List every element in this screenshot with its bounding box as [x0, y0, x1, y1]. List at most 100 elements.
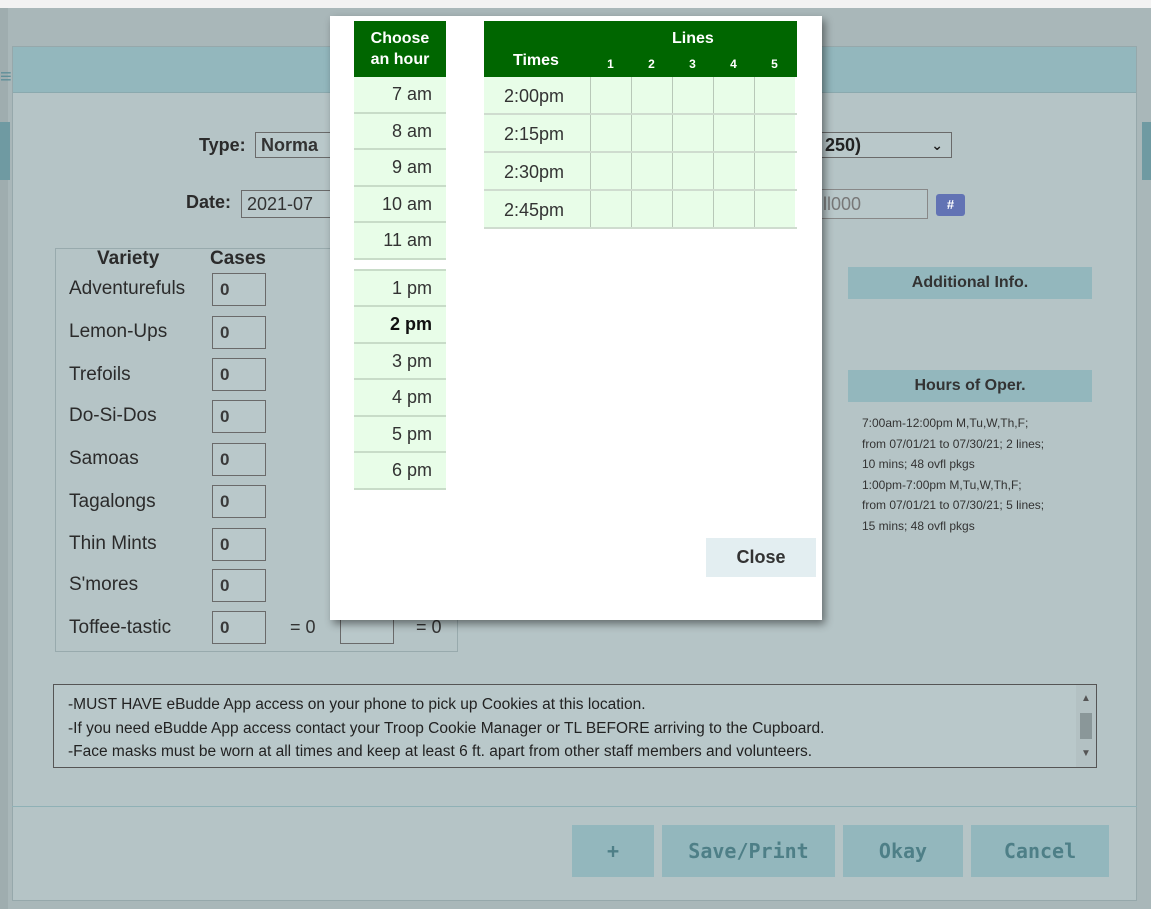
slot-cell[interactable] — [713, 77, 754, 113]
slot-cell[interactable] — [672, 115, 713, 151]
hour-option[interactable]: 10 am — [354, 186, 446, 223]
line-number: 5 — [771, 57, 778, 71]
table-row: 2:45pm — [484, 191, 797, 229]
slot-cell[interactable] — [713, 153, 754, 189]
cases-input[interactable]: 0 — [212, 611, 266, 644]
slot-cell[interactable] — [590, 191, 631, 227]
right-side-tab[interactable] — [1142, 122, 1151, 180]
date-label: Date: — [186, 192, 232, 212]
cases-input[interactable]: 0 — [212, 358, 266, 391]
hours-line: 7:00am-12:00pm M,Tu,W,Th,F; — [862, 416, 1029, 430]
add-button[interactable]: + — [572, 825, 654, 877]
close-button[interactable]: Close — [706, 538, 816, 577]
variety-name: S'mores — [69, 574, 139, 595]
variety-name: Adventurefuls — [69, 278, 186, 299]
lines-header: Lines — [672, 30, 714, 47]
hours-line: 1:00pm-7:00pm M,Tu,W,Th,F; — [862, 477, 1022, 492]
variety-name: Samoas — [69, 448, 139, 469]
cases-input[interactable]: 0 — [212, 273, 266, 306]
variety-name: Do-Si-Dos — [69, 405, 157, 426]
slot-cell[interactable] — [672, 191, 713, 227]
hour-list-header: Choose an hour — [354, 21, 446, 77]
hour-option[interactable]: 5 pm — [354, 416, 446, 453]
slot-cell[interactable] — [672, 153, 713, 189]
cases-input[interactable]: 0 — [212, 485, 266, 518]
slot-cell[interactable] — [590, 153, 631, 189]
time-picker-popup: Choose an hour 7 am 8 am 9 am 10 am 11 a… — [330, 16, 822, 620]
variety-name: Lemon-Ups — [69, 321, 168, 342]
edge-menu-icon: ≡ — [0, 66, 12, 88]
chevron-down-icon: ⌄ — [931, 137, 943, 153]
time-slot-label: 2:45pm — [484, 191, 590, 227]
hour-option[interactable]: 1 pm — [354, 270, 446, 307]
slot-cell[interactable] — [754, 115, 795, 151]
hour-option[interactable]: 8 am — [354, 113, 446, 150]
type-select[interactable]: Norma — [255, 132, 335, 158]
okay-button[interactable]: Okay — [843, 825, 963, 877]
time-slot-label: 2:00pm — [484, 77, 590, 113]
cases-input[interactable]: 0 — [212, 400, 266, 433]
slot-cell[interactable] — [713, 115, 754, 151]
variety-header: Variety — [97, 248, 160, 269]
hours-header: Hours of Oper. — [848, 370, 1092, 402]
slot-cell[interactable] — [754, 77, 795, 113]
variety-name: Thin Mints — [69, 533, 157, 554]
time-slot-label: 2:30pm — [484, 153, 590, 189]
cases-input[interactable]: 0 — [212, 316, 266, 349]
table-row: 2:15pm — [484, 115, 797, 153]
times-table-header: Lines Times 1 2 3 4 5 — [484, 21, 797, 77]
cupboard-select[interactable]: 250) ⌄ — [814, 132, 952, 158]
hours-line: 15 mins; 48 ovfl pkgs — [862, 518, 975, 533]
scrollbar[interactable]: ▲ ▼ — [1076, 685, 1096, 767]
cases-input[interactable]: 0 — [212, 443, 266, 476]
slot-cell[interactable] — [713, 191, 754, 227]
notice-textarea[interactable]: -MUST HAVE eBudde App access on your pho… — [53, 684, 1097, 768]
hour-list: Choose an hour 7 am 8 am 9 am 10 am 11 a… — [354, 21, 446, 490]
slot-cell[interactable] — [754, 191, 795, 227]
times-table: Lines Times 1 2 3 4 5 2:00pm 2:15pm 2:30… — [484, 21, 797, 229]
slot-cell[interactable] — [631, 77, 672, 113]
slot-cell[interactable] — [631, 153, 672, 189]
times-header: Times — [513, 52, 559, 69]
cases-input[interactable]: 0 — [212, 528, 266, 561]
hour-option[interactable]: 9 am — [354, 150, 446, 187]
hour-option[interactable]: 11 am — [354, 223, 446, 260]
slot-cell[interactable] — [631, 115, 672, 151]
hash-button[interactable]: # — [936, 194, 965, 216]
slot-cell[interactable] — [754, 153, 795, 189]
notice-line: -MUST HAVE eBudde App access on your pho… — [68, 696, 646, 713]
save-print-button[interactable]: Save/Print — [662, 825, 835, 877]
date-input[interactable]: 2021-07 — [241, 190, 335, 218]
scroll-up-icon[interactable]: ▲ — [1076, 687, 1096, 711]
additional-info-header: Additional Info. — [848, 267, 1092, 299]
line-number: 4 — [730, 57, 737, 71]
slot-cell[interactable] — [672, 77, 713, 113]
line-number: 1 — [607, 57, 614, 71]
hour-option[interactable]: 7 am — [354, 77, 446, 114]
variety-name: Tagalongs — [69, 491, 156, 512]
table-row: 2:00pm — [484, 77, 797, 115]
left-side-tab[interactable] — [0, 122, 10, 180]
scrollbar-thumb[interactable] — [1080, 713, 1092, 739]
order-number-field[interactable]: ll000 — [814, 189, 928, 219]
notice-line: -If you need eBudde App access contact y… — [68, 719, 825, 737]
cases-input[interactable]: 0 — [212, 569, 266, 602]
slot-cell[interactable] — [631, 191, 672, 227]
time-slot-label: 2:15pm — [484, 115, 590, 151]
slot-cell[interactable] — [590, 77, 631, 113]
footer-divider — [12, 806, 1137, 807]
variety-name: Trefoils — [69, 364, 131, 385]
hour-option-selected[interactable]: 2 pm — [354, 307, 446, 344]
cases-header: Cases — [210, 248, 266, 269]
hour-header-line: Choose — [370, 30, 430, 47]
hour-option[interactable]: 6 pm — [354, 453, 446, 490]
hour-header-line: an hour — [370, 51, 430, 68]
total-equals-2: = 0 — [416, 617, 442, 637]
slot-cell[interactable] — [590, 115, 631, 151]
hours-line: from 07/01/21 to 07/30/21; 5 lines; — [862, 498, 1045, 512]
scroll-down-icon[interactable]: ▼ — [1076, 742, 1096, 766]
total-equals: = 0 — [290, 617, 316, 637]
hour-option[interactable]: 4 pm — [354, 380, 446, 417]
hour-option[interactable]: 3 pm — [354, 343, 446, 380]
cancel-button[interactable]: Cancel — [971, 825, 1109, 877]
